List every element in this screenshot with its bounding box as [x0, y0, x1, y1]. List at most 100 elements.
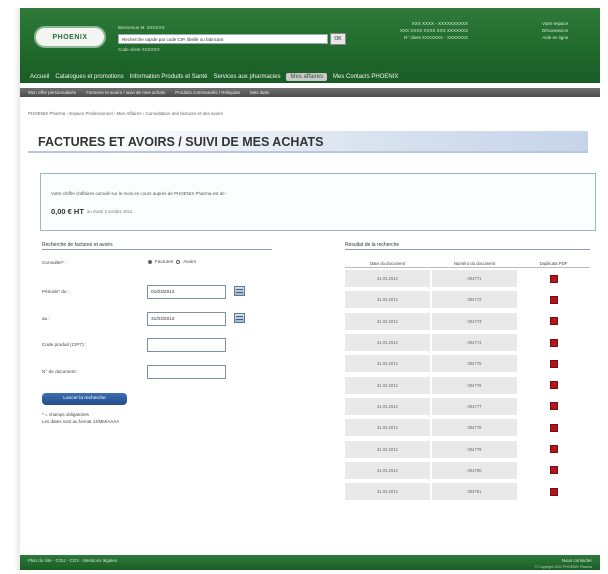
document-number-cell: 004775	[432, 355, 517, 373]
column-header-number[interactable]: Numéro du document	[432, 261, 517, 266]
account-info: XXX XXXX - XXXXXXXXXX XXX XXXX XXXX XXX …	[400, 20, 468, 41]
period-from-input[interactable]: 01/03/2012	[147, 285, 226, 299]
document-date-cell: 31.03.2012	[345, 291, 430, 309]
search-ok-button[interactable]: OK	[330, 33, 346, 45]
results-body: 31.03.2012 004771 31.03.2012 004772 31.03.20…	[345, 268, 590, 502]
document-number-cell: 004773	[432, 312, 517, 330]
table-row: 31.03.2012 004772	[345, 289, 590, 310]
account-line: XXX XXXX XXXX XXX XXXXXXX	[400, 28, 469, 33]
table-row: 31.03.2012 004779	[345, 438, 590, 459]
document-number-cell: 004779	[432, 440, 517, 458]
radio-factures-label: Factures	[155, 259, 174, 264]
document-type-radios: Factures Avoirs	[148, 259, 196, 264]
subnav-item-offre[interactable]: Mon offre personnalisée	[28, 90, 76, 95]
pdf-cell	[517, 381, 590, 390]
table-row: 31.03.2012 004781	[345, 481, 590, 502]
breadcrumb[interactable]: PHOENIX Pharma › Espace Professionnel › …	[28, 111, 223, 116]
period-to-label: au :	[42, 316, 50, 321]
site-header: PHOENIX Bienvenue M. XXXXXX Recherche ra…	[20, 8, 600, 83]
required-note: * = champs obligatoires	[42, 412, 89, 417]
document-number-cell: 004781	[432, 483, 517, 501]
table-row: 31.03.2012 004774	[345, 332, 590, 353]
document-date-cell: 31.03.2012	[345, 376, 430, 394]
period-to-input[interactable]: 31/03/2012	[147, 312, 226, 326]
pdf-download-icon[interactable]	[549, 381, 558, 390]
turnover-date: au mardi 2 octobre 2012	[87, 209, 133, 214]
document-number-cell: 004777	[432, 397, 517, 415]
table-row: 31.03.2012 004778	[345, 417, 590, 438]
pdf-download-icon[interactable]	[549, 423, 558, 432]
radio-factures[interactable]	[148, 259, 152, 264]
document-date-cell: 31.03.2012	[345, 397, 430, 415]
nav-item-mes-affaires[interactable]: Mes affaires	[286, 73, 328, 81]
footer-links[interactable]: Plan du site · CGU · CGV · Mentions léga…	[28, 558, 117, 563]
document-number-cell: 004780	[432, 461, 517, 479]
nav-item-contacts[interactable]: Mes Contacts PHOENIX	[333, 74, 398, 80]
document-number-cell: 004778	[432, 419, 517, 437]
subnav-item-stats[interactable]: Mes stats	[250, 90, 269, 95]
calendar-icon[interactable]	[234, 286, 245, 296]
document-date-cell: 31.03.2012	[345, 355, 430, 373]
radio-avoirs-label: Avoirs	[183, 259, 197, 264]
nav-item-information[interactable]: Information Produits et Santé	[130, 74, 208, 80]
turnover-description: Votre chiffre d'affaires cumulé sur le m…	[51, 191, 228, 196]
welcome-text: Bienvenue M. XXXXXX	[118, 25, 165, 30]
radio-avoirs[interactable]	[176, 259, 181, 264]
pdf-download-icon[interactable]	[549, 487, 558, 496]
document-number-label: N° de document :	[42, 369, 79, 374]
nav-item-services[interactable]: Services aux pharmacies	[213, 74, 280, 80]
nav-item-home[interactable]: Accueil	[30, 74, 49, 80]
page-title: FACTURES ET AVOIRS / SUIVI DE MES ACHATS	[28, 131, 588, 153]
help-link[interactable]: Aide en ligne	[542, 34, 568, 41]
footer-contact-link[interactable]: Nous contacter	[562, 558, 592, 563]
document-date-cell: 31.03.2012	[345, 270, 430, 288]
pdf-cell	[517, 487, 590, 496]
document-date-cell: 31.03.2012	[345, 334, 430, 352]
pdf-download-icon[interactable]	[549, 445, 558, 454]
consult-label: Consulter* :	[42, 260, 67, 265]
phoenix-logo[interactable]: PHOENIX	[34, 26, 106, 48]
launch-search-button[interactable]: Lancer la recherche	[42, 393, 127, 405]
pdf-download-icon[interactable]	[549, 338, 558, 347]
document-number-cell: 004772	[432, 291, 517, 309]
site-footer: Plan du site · CGU · CGV · Mentions léga…	[20, 555, 600, 570]
results-table: Date du document Numéro du document Dupl…	[345, 260, 590, 502]
document-date-cell: 31.03.2012	[345, 312, 430, 330]
document-number-cell: 004776	[432, 376, 517, 394]
client-code-text: Code client XXXXXX	[118, 47, 160, 52]
calendar-icon[interactable]	[234, 313, 245, 323]
logout-link[interactable]: Déconnexion	[542, 27, 568, 34]
table-row: 31.03.2012 004776	[345, 374, 590, 395]
document-date-cell: 31.03.2012	[345, 440, 430, 458]
nav-item-catalogues[interactable]: Catalogues et promotions	[55, 74, 123, 80]
account-line: XXX XXXX - XXXXXXXXXX	[411, 21, 469, 26]
pdf-cell	[517, 445, 590, 454]
quick-search-input[interactable]: Recherche rapide par code CIP, libellé o…	[118, 34, 328, 44]
pdf-download-icon[interactable]	[549, 317, 558, 326]
subnav-item-factures[interactable]: Factures et avoirs / suivi de mes achats	[86, 90, 165, 95]
account-links: Votre espace Déconnexion Aide en ligne	[542, 20, 568, 41]
subnav-item-produits[interactable]: Produits commandés / Reliquats	[175, 90, 240, 95]
table-row: 31.03.2012 004777	[345, 396, 590, 417]
document-date-cell: 31.03.2012	[345, 483, 430, 501]
my-space-link[interactable]: Votre espace	[542, 20, 568, 27]
account-line: N° client XXXXXXX - XXXXXXX	[403, 35, 469, 40]
pdf-cell	[517, 317, 590, 326]
pdf-download-icon[interactable]	[549, 402, 558, 411]
table-row: 31.03.2012 004775	[345, 353, 590, 374]
document-number-input[interactable]	[147, 365, 226, 379]
column-header-date[interactable]: Date du document	[345, 261, 430, 266]
date-format-note: Les dates sont au format JJ/MM/AAAA	[42, 419, 120, 424]
pdf-download-icon[interactable]	[549, 359, 558, 368]
product-code-input[interactable]	[147, 338, 226, 352]
pdf-download-icon[interactable]	[549, 295, 558, 304]
footer-copyright: © Copyright 2012 PHOENIX Pharma	[534, 565, 592, 569]
pdf-download-icon[interactable]	[549, 274, 558, 283]
product-code-label: Code produit (CIP7) :	[42, 342, 87, 347]
pdf-download-icon[interactable]	[549, 466, 558, 475]
results-header-row: Date du document Numéro du document Dupl…	[345, 260, 590, 268]
results-title: Résultat de la recherche	[345, 242, 590, 250]
pdf-cell	[517, 274, 590, 283]
table-row: 31.03.2012 004773	[345, 311, 590, 332]
document-date-cell: 31.03.2012	[345, 461, 430, 479]
